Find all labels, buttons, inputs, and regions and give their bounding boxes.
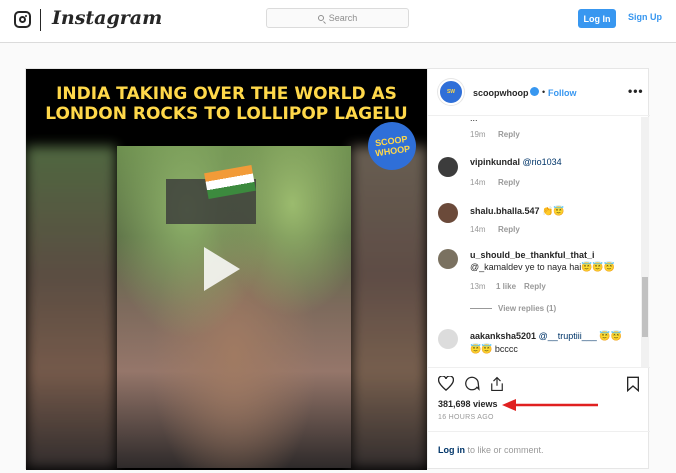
reply-link[interactable]: Reply <box>524 282 546 291</box>
post-username[interactable]: scoopwhoop <box>473 88 529 98</box>
post-video[interactable]: INDIA TAKING OVER THE WORLD AS LONDON RO… <box>26 69 427 470</box>
signup-link[interactable]: Sign Up <box>628 12 662 22</box>
comment-row: vipinkundal @rio1034 <box>470 157 562 167</box>
comment-time: 19m <box>470 130 486 139</box>
more-options-icon[interactable]: ••• <box>628 84 644 98</box>
bookmark-icon[interactable] <box>626 376 640 392</box>
instagram-logo-icon[interactable] <box>14 11 31 28</box>
avatar[interactable] <box>438 329 458 349</box>
comment-row: aakanksha5201 @__truptiii___ 😇😇 <box>470 331 622 342</box>
video-blur-left <box>26 146 116 468</box>
comment-user[interactable]: vipinkundal <box>470 157 520 167</box>
comment-likes[interactable]: 1 like <box>496 282 516 291</box>
video-headline: INDIA TAKING OVER THE WORLD AS LONDON RO… <box>45 84 408 124</box>
follow-button[interactable]: Follow <box>548 88 577 98</box>
comment-text[interactable]: @rio1034 <box>523 157 562 167</box>
view-replies-link[interactable]: View replies (1) <box>498 304 556 313</box>
comments-list[interactable]: ... 19m Reply vipinkundal @rio1034 14m R… <box>428 117 650 367</box>
reply-link[interactable]: Reply <box>498 130 520 139</box>
share-icon[interactable] <box>490 376 504 392</box>
play-icon[interactable] <box>204 247 240 291</box>
comment-time: 14m <box>470 178 486 187</box>
scrollbar-thumb[interactable] <box>642 277 648 337</box>
comment-time: 13m <box>470 282 486 291</box>
login-link[interactable]: Log in <box>438 445 465 455</box>
login-prompt-text: to like or comment. <box>465 445 544 455</box>
avatar[interactable]: SW <box>438 79 464 105</box>
view-count[interactable]: 381,698 views <box>438 399 498 409</box>
comment-text[interactable]: @__truptiii___ 😇😇 <box>539 331 622 341</box>
search-input[interactable]: Search <box>266 8 409 28</box>
comment-icon[interactable] <box>464 376 480 391</box>
reply-link[interactable]: Reply <box>498 225 520 234</box>
annotation-arrow <box>502 399 598 411</box>
comment-row: shalu.bhalla.547 👏😇 <box>470 206 564 217</box>
comment-text: @_kamaldev ye to naya hai😇😇😇 <box>470 262 615 272</box>
login-prompt: Log in to like or comment. <box>428 431 650 468</box>
comment-time: 14m <box>470 225 486 234</box>
instagram-wordmark[interactable]: Instagram <box>52 7 162 29</box>
nav-divider <box>40 9 41 31</box>
reply-link[interactable]: Reply <box>498 178 520 187</box>
top-nav: Instagram Search Log In Sign Up <box>0 0 676 43</box>
comment-text: 👏😇 <box>542 206 565 216</box>
comment-user: u_should_be_thankful_that_i <box>470 250 595 260</box>
view-replies-line <box>470 308 492 309</box>
post-timestamp: 16 HOURS AGO <box>438 414 494 421</box>
comment-partial: ... <box>470 117 478 123</box>
heart-icon[interactable] <box>438 376 454 391</box>
comment-text-2: 😇😇 bcccc <box>470 344 518 354</box>
video-blur-right <box>351 146 427 468</box>
avatar[interactable] <box>438 157 458 177</box>
separator-dot: • <box>542 87 546 97</box>
comments-scrollbar[interactable] <box>641 117 649 367</box>
avatar[interactable] <box>438 249 458 269</box>
search-icon <box>317 15 324 21</box>
comment-user[interactable]: shalu.bhalla.547 <box>470 206 540 216</box>
avatar[interactable] <box>438 203 458 223</box>
search-placeholder: Search <box>328 13 358 23</box>
action-bar <box>428 367 650 397</box>
post-header: SW scoopwhoop • Follow ••• <box>428 69 650 116</box>
verified-icon <box>530 87 539 96</box>
login-button[interactable]: Log In <box>578 9 616 28</box>
comment-user[interactable]: aakanksha5201 <box>470 331 536 341</box>
